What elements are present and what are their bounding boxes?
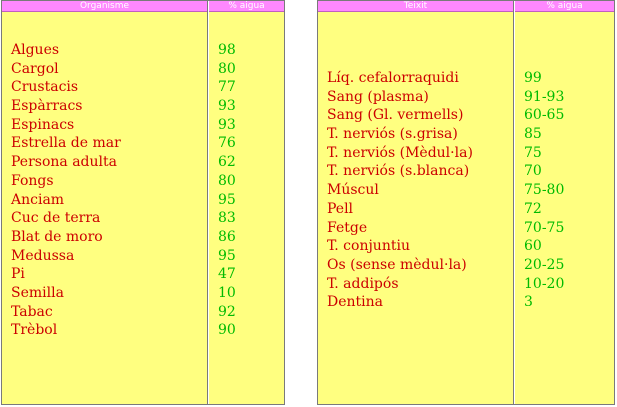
teixit-water-header: % aigua [515, 1, 614, 12]
organisme-name-cell: Cargol [11, 60, 59, 77]
organisme-header: Organisme [2, 1, 207, 12]
teixit-water-column: % aigua 99 91-93 60-65 85 75 70 75-80 72 70-75 60… [515, 1, 614, 404]
organisme-water-cell: 95 [218, 191, 236, 208]
teixit-water-cell: 72 [524, 200, 542, 217]
organisme-water-cell: 80 [218, 172, 236, 189]
teixit-name-cell: Fetge [327, 219, 368, 236]
teixit-water-cell: 85 [524, 126, 542, 143]
teixit-name-cell: T. nerviós (s.grisa) [327, 126, 458, 143]
organisme-name-cell: Estrella de mar [11, 135, 121, 152]
organisme-water-cell: 90 [218, 322, 236, 339]
teixit-water-cell: 70-75 [524, 219, 565, 236]
teixit-water-cell: 75 [524, 144, 542, 161]
organisme-water-cell: 10 [218, 284, 236, 301]
organisme-water-cell: 47 [218, 266, 236, 283]
organisme-water-cell: 77 [218, 79, 236, 96]
teixit-name-cell: Sang (Gl. vermells) [327, 107, 464, 124]
teixit-name-cell: T. conjuntiu [327, 238, 410, 255]
organisme-column: Organisme Algues Cargol Crustacis Espàrracs… [2, 1, 208, 404]
organisme-name-cell: Tabac [11, 303, 53, 320]
teixit-water-cell: 70 [524, 163, 542, 180]
teixit-name-cell: Os (sense mèdul·la) [327, 256, 467, 273]
organisme-name-cell: Semilla [11, 284, 64, 301]
organisme-water-cell: 93 [218, 116, 236, 133]
teixit-water-cell: 3 [524, 294, 533, 311]
organisme-water-cell: 62 [218, 154, 236, 171]
teixit-name-cell: T. addipós [327, 275, 399, 292]
teixit-water-cell: 60-65 [524, 107, 565, 124]
teixit-table: Teixit Líq. cefalorraquidi Sang (plasma) S… [317, 0, 615, 405]
organisme-water-cell: 76 [218, 135, 236, 152]
organisme-name-cell: Blat de moro [11, 228, 103, 245]
organisme-water-cell: 92 [218, 303, 236, 320]
organisme-name-cell: Pi [11, 266, 25, 283]
teixit-water-cell: 91-93 [524, 88, 565, 105]
organisme-water-cell: 83 [218, 210, 236, 227]
organisme-table: Organisme Algues Cargol Crustacis Espàrracs… [1, 0, 285, 405]
teixit-list: Líq. cefalorraquidi Sang (plasma) Sang (Gl… [318, 69, 513, 312]
organisme-name-cell: Cuc de terra [11, 210, 101, 227]
organisme-name-cell: Anciam [11, 191, 65, 208]
teixit-name-cell: T. nerviós (s.blanca) [327, 163, 470, 180]
organisme-water-cell: 98 [218, 42, 236, 58]
organisme-water-cell: 95 [218, 247, 236, 264]
organisme-name-cell: Medussa [11, 247, 75, 264]
teixit-name-cell: Múscul [327, 182, 379, 199]
organisme-water-header: % aigua [209, 1, 284, 12]
organisme-name-cell: Espinacs [11, 116, 75, 133]
teixit-column: Teixit Líq. cefalorraquidi Sang (plasma) S… [318, 1, 514, 404]
organisme-list: Algues Cargol Crustacis Espàrracs Espinacs Es… [2, 41, 207, 340]
organisme-water-column: % aigua 98 80 77 93 93 76 62 80 95 83 86 95 47 10 92 90 [209, 1, 284, 404]
organisme-name-cell: Crustacis [11, 79, 79, 96]
teixit-name-cell: Sang (plasma) [327, 88, 429, 105]
organisme-water-cell: 93 [218, 98, 236, 115]
teixit-water-cell: 60 [524, 238, 542, 255]
teixit-name-cell: Pell [327, 200, 354, 217]
organisme-water-list: 98 80 77 93 93 76 62 80 95 83 86 95 47 10 92 90 [209, 41, 284, 340]
teixit-water-cell: 75-80 [524, 182, 565, 199]
teixit-water-list: 99 91-93 60-65 85 75 70 75-80 72 70-75 60 20-25 10-… [515, 69, 614, 312]
organisme-name-cell: Persona adulta [11, 154, 117, 171]
teixit-water-cell: 20-25 [524, 256, 565, 273]
organisme-water-cell: 80 [218, 60, 236, 77]
teixit-header: Teixit [318, 1, 513, 12]
organisme-name-cell: Trèbol [11, 322, 58, 339]
organisme-name-cell: Fongs [11, 172, 54, 189]
organisme-name-cell: Algues [11, 42, 60, 58]
organisme-water-cell: 86 [218, 228, 236, 245]
teixit-name-cell: T. nerviós (Mèdul·la) [327, 144, 473, 161]
teixit-water-cell: 10-20 [524, 275, 565, 292]
teixit-name-cell: Dentina [327, 294, 383, 311]
teixit-name-cell: Líq. cefalorraquidi [327, 70, 459, 86]
teixit-water-cell: 99 [524, 70, 542, 86]
organisme-name-cell: Espàrracs [11, 98, 83, 115]
